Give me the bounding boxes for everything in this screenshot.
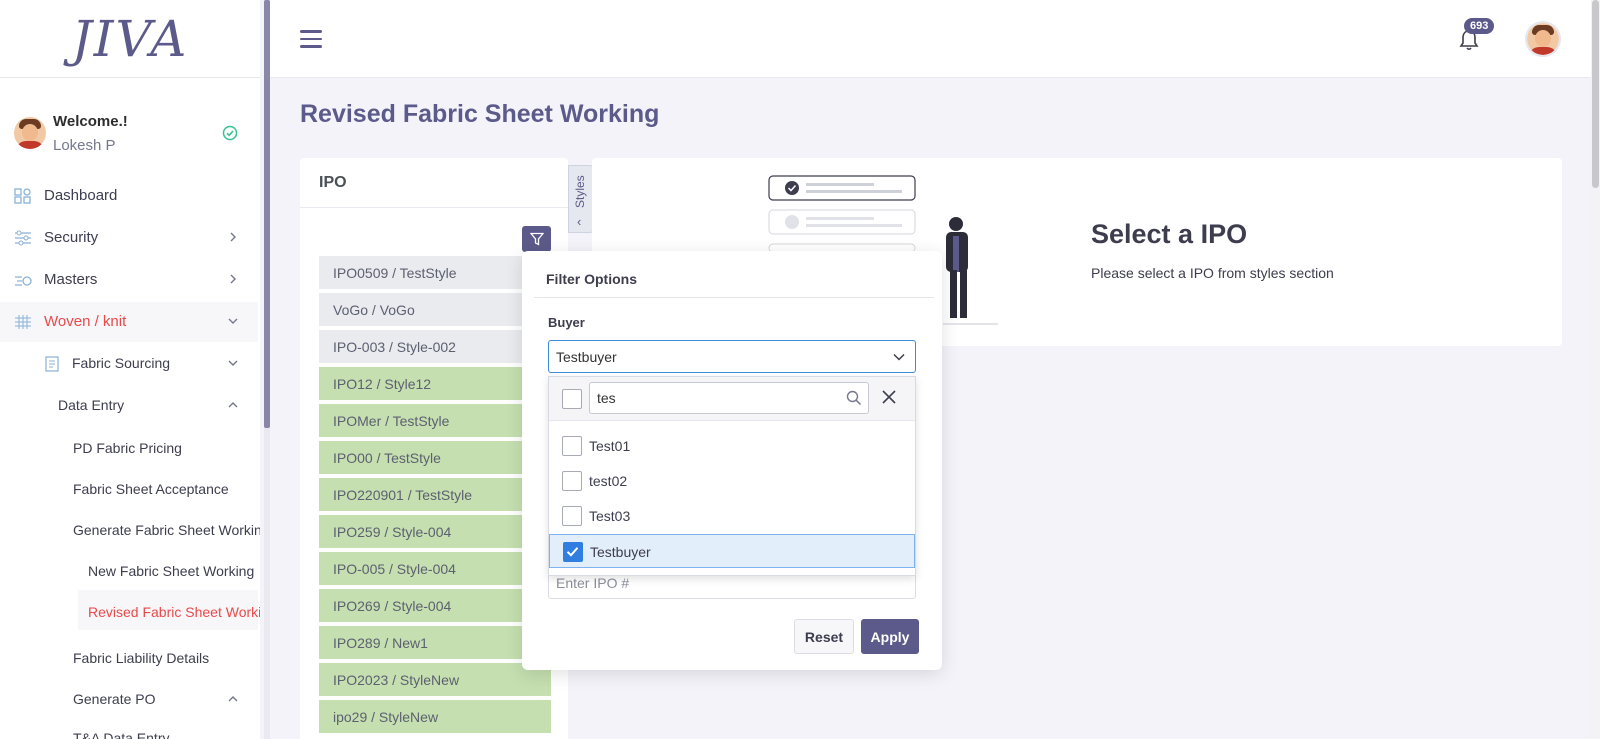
ipo-list-item[interactable]: IPO-003 / Style-002 xyxy=(319,330,551,365)
page-scrollbar-thumb[interactable] xyxy=(1592,0,1599,188)
sidebar-item-masters[interactable]: Masters xyxy=(0,260,258,300)
ipo-list-item[interactable]: IPO269 / Style-004 xyxy=(319,589,551,624)
page-scrollbar[interactable] xyxy=(1591,0,1600,739)
buyer-select[interactable]: Testbuyer xyxy=(548,340,916,373)
option-label: Test01 xyxy=(589,438,631,454)
buyer-select-value: Testbuyer xyxy=(556,349,617,365)
page-title: Revised Fabric Sheet Working xyxy=(300,100,660,128)
buyer-label: Buyer xyxy=(548,315,585,330)
chevron-down-icon xyxy=(893,353,905,361)
filter-button[interactable] xyxy=(522,226,551,252)
option-checkbox[interactable] xyxy=(562,471,582,491)
option-checkbox[interactable] xyxy=(562,506,582,526)
search-icon xyxy=(846,390,862,406)
topbar: 693 xyxy=(270,0,1600,78)
user-name: Lokesh P xyxy=(53,137,116,154)
dropdown-option[interactable]: Test01 xyxy=(549,429,915,463)
sidebar-item-fabric-liability-details[interactable]: Fabric Liability Details xyxy=(73,650,209,666)
empty-state-subtitle: Please select a IPO from styles section xyxy=(1091,265,1334,281)
ipo-list-item[interactable]: IPO220901 / TestStyle xyxy=(319,478,551,513)
sliders-icon xyxy=(15,230,31,246)
divider xyxy=(534,297,934,298)
sidebar-item-security[interactable]: Security xyxy=(0,218,258,258)
ipo-list-item[interactable]: IPO289 / New1 xyxy=(319,626,551,661)
ipo-list-item[interactable]: IPO00 / TestStyle xyxy=(319,441,551,476)
option-checkbox[interactable] xyxy=(562,436,582,456)
sidebar-item-ta-data-entry[interactable]: T&A Data Entry xyxy=(73,730,169,739)
sidebar-item-new-fabric-sheet-working[interactable]: New Fabric Sheet Working xyxy=(88,563,254,579)
sidebar-item-label: Generate PO xyxy=(73,691,156,707)
notification-badge: 693 xyxy=(1464,18,1495,34)
buyer-dropdown-list: tes Test01 test02 Test03 Testbuyer xyxy=(548,376,916,576)
ipo-list-item[interactable]: ipo29 / StyleNew xyxy=(319,700,551,735)
reset-button[interactable]: Reset xyxy=(794,619,854,654)
chevron-up-icon xyxy=(228,402,238,408)
filter-title: Filter Options xyxy=(546,271,637,287)
sidebar-item-generate-po[interactable]: Generate PO xyxy=(0,680,258,720)
dashboard-icon xyxy=(14,188,31,204)
chevron-left-icon: ‹ xyxy=(577,214,582,229)
profile-avatar[interactable] xyxy=(1525,21,1561,57)
welcome-text: Welcome.! xyxy=(53,113,128,130)
sidebar-item-label: Security xyxy=(44,229,99,246)
sidebar-item-dashboard[interactable]: Dashboard xyxy=(0,176,258,216)
sidebar-item-revised-fabric-sheet-working[interactable]: Revised Fabric Sheet Working xyxy=(88,604,260,620)
dropdown-header: tes xyxy=(549,377,915,421)
dropdown-search-value: tes xyxy=(597,390,616,406)
ipo-list-item[interactable]: IPOMer / TestStyle xyxy=(319,404,551,439)
masters-icon xyxy=(15,276,32,286)
chevron-up-icon xyxy=(228,696,238,702)
sidebar-item-data-entry[interactable]: Data Entry xyxy=(0,386,258,426)
filter-icon xyxy=(529,232,544,246)
dropdown-option[interactable]: test02 xyxy=(549,464,915,498)
sidebar-item-fabric-sourcing[interactable]: Fabric Sourcing xyxy=(0,344,258,384)
ipo-list-item[interactable]: IPO259 / Style-004 xyxy=(319,515,551,550)
grid-icon xyxy=(15,315,31,329)
sidebar-item-fabric-sheet-acceptance[interactable]: Fabric Sheet Acceptance xyxy=(73,481,229,497)
sidebar-scrollbar[interactable] xyxy=(264,0,270,739)
ipo-list-item[interactable]: IPO-005 / Style-004 xyxy=(319,552,551,587)
select-all-checkbox[interactable] xyxy=(562,389,582,409)
ipo-list-item[interactable]: VoGo / VoGo xyxy=(319,293,551,328)
sidebar-item-pd-fabric-pricing[interactable]: PD Fabric Pricing xyxy=(73,440,182,456)
dropdown-option-selected[interactable]: Testbuyer xyxy=(549,534,915,568)
option-label: test02 xyxy=(589,473,628,489)
apply-button[interactable]: Apply xyxy=(861,619,919,654)
dropdown-option[interactable]: Test03 xyxy=(549,499,915,533)
sidebar-item-generate-fabric-sheet-working[interactable]: Generate Fabric Sheet Working xyxy=(73,522,260,538)
styles-collapse-tab[interactable]: Styles ‹ xyxy=(568,165,594,233)
chevron-right-icon xyxy=(230,232,236,242)
logo-text: JIVA xyxy=(71,9,189,68)
ipo-panel-title: IPO xyxy=(300,158,568,208)
close-icon[interactable] xyxy=(881,389,897,405)
menu-toggle-icon[interactable] xyxy=(300,30,322,48)
chevron-down-icon xyxy=(228,360,238,366)
user-card: Welcome.! Lokesh P xyxy=(14,113,244,163)
styles-tab-label: Styles xyxy=(573,175,587,208)
chevron-right-icon xyxy=(230,274,236,284)
option-checkbox-checked[interactable] xyxy=(563,542,583,562)
sidebar: JIVA Welcome.! Lokesh P Dashboard Securi… xyxy=(0,0,260,739)
sidebar-item-label: Masters xyxy=(44,271,98,288)
sidebar-item-label: Woven / knit xyxy=(44,313,127,330)
dropdown-search-input[interactable]: tes xyxy=(589,382,869,414)
option-label: Testbuyer xyxy=(590,544,651,560)
sidebar-item-label: Dashboard xyxy=(44,187,118,204)
empty-state-title: Select a IPO xyxy=(1091,219,1248,249)
ipo-list-item[interactable]: IPO0509 / TestStyle xyxy=(319,256,551,291)
online-check-icon xyxy=(222,125,238,141)
sidebar-item-label: Fabric Sourcing xyxy=(72,355,171,371)
ipo-list-item[interactable]: IPO12 / Style12 xyxy=(319,367,551,402)
user-avatar xyxy=(1527,23,1559,55)
chevron-down-icon xyxy=(228,318,238,324)
sidebar-item-label: Data Entry xyxy=(58,397,125,413)
logo[interactable]: JIVA xyxy=(0,0,260,78)
option-label: Test03 xyxy=(589,508,631,524)
ipo-list-item[interactable]: IPO2023 / StyleNew xyxy=(319,663,551,698)
user-avatar xyxy=(14,117,46,149)
sidebar-item-woven-knit[interactable]: Woven / knit xyxy=(0,302,258,342)
document-icon xyxy=(45,356,59,372)
check-icon xyxy=(566,547,579,557)
